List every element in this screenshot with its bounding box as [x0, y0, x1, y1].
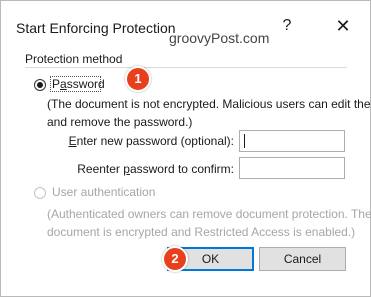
- reenter-password-label: Reenter password to confirm:: [77, 162, 234, 176]
- user-authentication-radio: [34, 187, 46, 199]
- new-password-label: Enter new password (optional):: [68, 134, 234, 148]
- password-description-line-1: (The document is not encrypted. Maliciou…: [47, 97, 371, 111]
- user-authentication-radio-label: User authentication: [52, 185, 156, 199]
- annotation-badge-1: 1: [125, 66, 151, 92]
- help-icon[interactable]: ?: [277, 15, 297, 37]
- user-authentication-description: (Authenticated owners can remove documen…: [47, 205, 371, 241]
- user-authentication-description-line-2: document is encrypted and Restricted Acc…: [47, 225, 356, 239]
- text-caret: [244, 134, 245, 148]
- password-radio[interactable]: [34, 79, 46, 91]
- password-description-line-2: and remove the password.): [47, 115, 193, 129]
- dialog-window: Start Enforcing Protection ? ✕ groovyPos…: [0, 0, 371, 297]
- new-password-field[interactable]: [239, 130, 345, 152]
- annotation-badge-2: 2: [162, 246, 188, 272]
- watermark: groovyPost.com: [169, 30, 270, 46]
- group-label-protection-method: Protection method: [25, 52, 123, 66]
- cancel-button[interactable]: Cancel: [259, 247, 346, 271]
- password-radio-label[interactable]: Password: [52, 77, 105, 91]
- password-description: (The document is not encrypted. Maliciou…: [47, 95, 371, 131]
- dialog-title: Start Enforcing Protection: [16, 20, 176, 36]
- reenter-password-field[interactable]: [239, 157, 345, 179]
- close-icon[interactable]: ✕: [333, 15, 353, 37]
- group-divider: [25, 67, 347, 68]
- user-authentication-description-line-1: (Authenticated owners can remove documen…: [47, 207, 371, 221]
